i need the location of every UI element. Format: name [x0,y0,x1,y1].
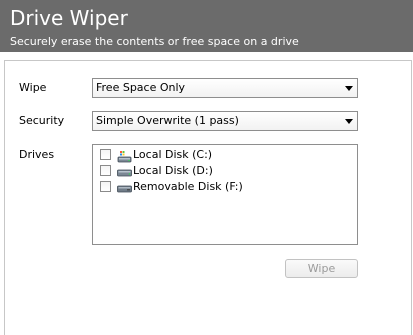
header-bar: Drive Wiper Securely erase the contents … [0,0,413,52]
wipe-button[interactable]: Wipe [285,259,358,278]
drive-checkbox-c[interactable] [100,149,111,160]
dropdown-arrow-icon [345,119,353,124]
security-select-value: Simple Overwrite (1 pass) [96,114,239,127]
drive-checkbox-d[interactable] [100,165,111,176]
system-drive-icon [116,148,132,163]
wipe-label: Wipe [19,81,47,94]
hard-drive-icon [116,164,132,178]
removable-drive-icon [116,180,132,194]
drives-label: Drives [19,148,55,161]
drive-label-f: Removable Disk (F:) [133,180,243,193]
drive-item-f[interactable]: Removable Disk (F:) [99,180,319,196]
security-select[interactable]: Simple Overwrite (1 pass) [92,111,358,131]
dropdown-arrow-icon [345,86,353,91]
wipe-select-value: Free Space Only [96,81,186,94]
wipe-select[interactable]: Free Space Only [92,78,358,98]
page-title: Drive Wiper [10,6,128,30]
drive-item-c[interactable]: Local Disk (C:) [99,148,319,164]
drive-item-d[interactable]: Local Disk (D:) [99,164,319,180]
page-subtitle: Securely erase the contents or free spac… [10,35,299,48]
drive-label-d: Local Disk (D:) [133,164,213,177]
drive-wiper-page: Drive Wiper Securely erase the contents … [0,0,413,335]
drive-checkbox-f[interactable] [100,181,111,192]
drive-label-c: Local Disk (C:) [133,148,213,161]
security-label: Security [19,114,65,127]
drives-list[interactable]: Local Disk (C:) Local Disk (D:) Removabl… [92,144,358,245]
